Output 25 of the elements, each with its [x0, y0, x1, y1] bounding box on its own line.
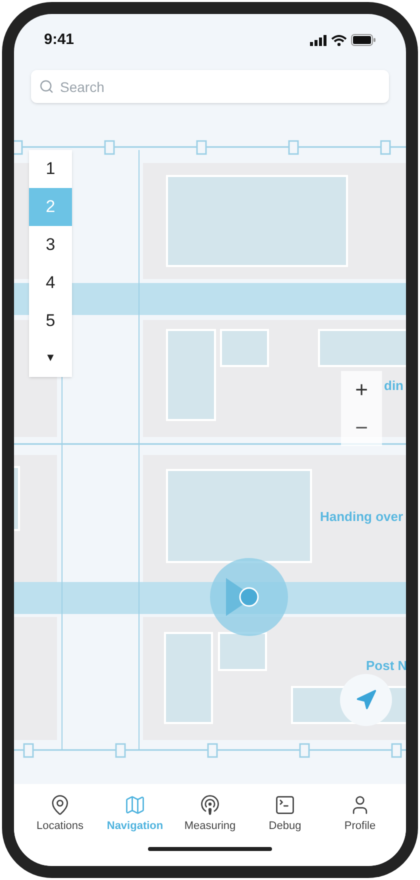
room-label: Post N [366, 657, 406, 675]
map-icon [124, 794, 146, 816]
zoom-in-button[interactable]: + [341, 371, 382, 409]
zoom-out-button[interactable]: − [341, 409, 382, 446]
room-label: Handing over [320, 508, 404, 526]
tab-item[interactable]: Debug [251, 794, 319, 834]
battery-icon [351, 34, 376, 46]
navigation-arrow-icon [355, 689, 377, 711]
broadcast-icon [199, 794, 221, 816]
signal-icon [310, 34, 327, 46]
terminal-icon [274, 794, 296, 816]
floor-more-button[interactable]: ▼ [29, 340, 72, 377]
floor-option[interactable]: 4 [29, 264, 72, 302]
search-field[interactable]: Search [31, 70, 389, 103]
wifi-icon [331, 34, 347, 46]
tab-item[interactable]: Profile [326, 794, 394, 834]
pin-icon [49, 794, 71, 816]
tab-item[interactable]: Locations [26, 794, 94, 834]
status-time: 9:41 [44, 30, 74, 50]
tab-item[interactable]: Measuring [176, 794, 244, 834]
room-label: din [384, 377, 404, 395]
floor-option[interactable]: 5 [29, 302, 72, 340]
search-icon [39, 79, 54, 94]
floor-option[interactable]: 1 [29, 150, 72, 188]
floor-option[interactable]: 3 [29, 226, 72, 264]
